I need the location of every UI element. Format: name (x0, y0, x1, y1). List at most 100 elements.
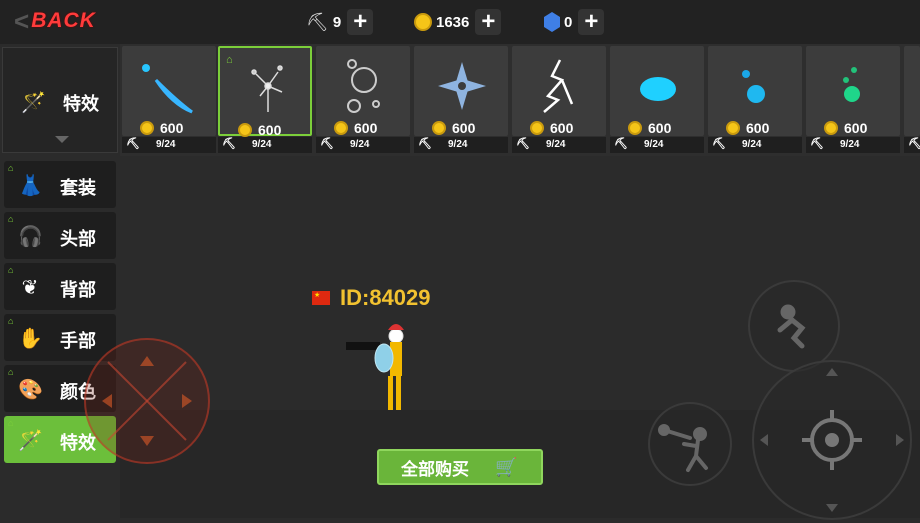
hanger-icon: ⌂ (226, 54, 233, 66)
sidebar-item-label: 背部 (60, 280, 96, 300)
jump-icon (777, 304, 806, 349)
item-card: ⌂ 600 (218, 46, 312, 138)
item-progress: ⛏ (904, 137, 920, 153)
hanger-icon: ⌂ (8, 265, 14, 275)
outfit-icon: 👗 (18, 175, 43, 197)
add-gems-button[interactable]: + (578, 9, 605, 35)
movement-joystick[interactable] (84, 338, 210, 464)
pickaxe-icon: ⛏ (908, 138, 920, 150)
item-price: 600 (824, 120, 867, 136)
item-price: 600 (238, 122, 281, 138)
item-card: 600 (316, 46, 410, 136)
coin-icon (530, 121, 544, 135)
magic-wand-icon: 🪄 (21, 92, 46, 114)
item-card: 600 (708, 46, 802, 136)
item-progress: ⛏ 9/24 (414, 137, 508, 153)
item-card: 600 (806, 46, 900, 136)
item-card: 600 (512, 46, 606, 136)
item-progress-value: 9/24 (644, 139, 664, 150)
item-progress-value: 9/24 (350, 139, 370, 150)
dandelion-icon (251, 65, 283, 112)
pickaxe-icon: ⛏ (810, 138, 824, 150)
add-coins-button[interactable]: + (475, 9, 502, 35)
hand-icon: ✋ (18, 328, 43, 350)
shop-item-bubbles[interactable]: 600 ⛏ 9/24 (316, 44, 410, 154)
shop-item-dandelion[interactable]: ⌂ 600 ⛏ 9/24 (218, 44, 312, 154)
item-price-value: 600 (258, 122, 282, 138)
shop-item-green-orbs[interactable]: 600 ⛏ 9/24 (806, 44, 900, 154)
shop-item-cyan-blob[interactable]: 600 ⛏ 9/24 (610, 44, 704, 154)
category-dropdown[interactable]: 🪄 特效 (2, 47, 118, 153)
item-price: 600 (334, 120, 377, 136)
sidebar-item-back[interactable]: ⌂ ❦ 背部 (4, 263, 116, 310)
bubbles-icon (347, 59, 380, 113)
aim-joystick[interactable] (752, 360, 912, 520)
coin-count: 1636 (436, 13, 470, 31)
shop-item-blue-orbs[interactable]: 600 ⛏ 9/24 (708, 44, 802, 154)
jump-button[interactable] (748, 280, 840, 372)
item-strip: 600 ⛏ 9/24 ⌂ 600 ⛏ 9/24 600 ⛏ 9/24 600 ⛏… (120, 44, 920, 156)
coin-icon (824, 121, 838, 135)
crosshair-icon (760, 368, 904, 512)
pickaxe-icon: ⛏ (712, 138, 726, 150)
item-price: 600 (628, 120, 671, 136)
coin-icon (628, 121, 642, 135)
category-header-label: 特效 (63, 94, 99, 114)
gem-icon (544, 12, 560, 32)
shop-item-lightning[interactable]: 600 ⛏ 9/24 (512, 44, 606, 154)
hanger-icon: ⌂ (8, 418, 14, 428)
china-flag-icon (312, 291, 330, 305)
buy-all-button[interactable]: 全部购买 🛒 (377, 449, 543, 485)
item-price-value: 600 (452, 120, 476, 136)
pickaxe-icon: ⛏ (320, 138, 334, 150)
sidebar-item-label: 头部 (60, 229, 96, 249)
pickaxe-count: 9 (332, 13, 342, 31)
magic-wand-icon: 🪄 (18, 430, 43, 452)
item-price-value: 600 (550, 120, 574, 136)
pickaxe-icon: ⛏ (126, 138, 140, 150)
back-label: BACK (31, 9, 96, 32)
player-character (346, 324, 404, 410)
pickaxe-icon: ⛏ (306, 11, 329, 32)
hanger-icon: ⌂ (8, 163, 14, 173)
coin-icon (238, 123, 252, 137)
item-progress: ⛏ 9/24 (512, 137, 606, 153)
sidebar-item-head[interactable]: ⌂ 🎧 头部 (4, 212, 116, 259)
item-progress-value: 9/24 (448, 139, 468, 150)
item-price: 600 (726, 120, 769, 136)
item-progress: ⛏ 9/24 (806, 137, 900, 153)
pickaxe-icon: ⛏ (614, 138, 628, 150)
item-price-value: 600 (844, 120, 868, 136)
cyan-blob-icon (640, 77, 676, 101)
item-progress: ⛏ 9/24 (610, 137, 704, 153)
item-card (904, 46, 920, 136)
hanger-icon: ⌂ (8, 367, 14, 377)
item-price-value: 600 (354, 120, 378, 136)
palette-icon: 🎨 (18, 379, 43, 401)
gem-count: 0 (564, 13, 573, 31)
player-id-label: ID:84029 (312, 285, 431, 311)
blue-feather-icon (142, 64, 193, 114)
coin-icon (414, 13, 432, 31)
item-progress-value: 9/24 (252, 139, 272, 150)
pickaxe-icon: ⛏ (516, 138, 530, 150)
sidebar-item-outfit[interactable]: ⌂ 👗 套装 (4, 161, 116, 208)
shop-item-partial[interactable]: ⛏ (904, 44, 920, 154)
coin-icon (726, 121, 740, 135)
attack-button[interactable] (648, 402, 732, 486)
shop-item-blue-feather[interactable]: 600 ⛏ 9/24 (122, 44, 216, 154)
item-price-value: 600 (746, 120, 770, 136)
coin-icon (334, 121, 348, 135)
coin-icon (432, 121, 446, 135)
shop-item-shuriken[interactable]: 600 ⛏ 9/24 (414, 44, 508, 154)
back-button[interactable]: < BACK (14, 6, 114, 36)
pickaxe-counter: ⛏ 9 + (306, 8, 374, 36)
item-progress: ⛏ 9/24 (218, 137, 312, 153)
gem-counter: 0 + (544, 8, 605, 36)
item-progress-value: 9/24 (546, 139, 566, 150)
item-progress-value: 9/24 (742, 139, 762, 150)
blue-orbs-icon (742, 70, 765, 103)
item-card: 600 (414, 46, 508, 136)
sidebar-item-label: 套装 (60, 178, 96, 198)
add-pickaxe-button[interactable]: + (347, 9, 374, 35)
